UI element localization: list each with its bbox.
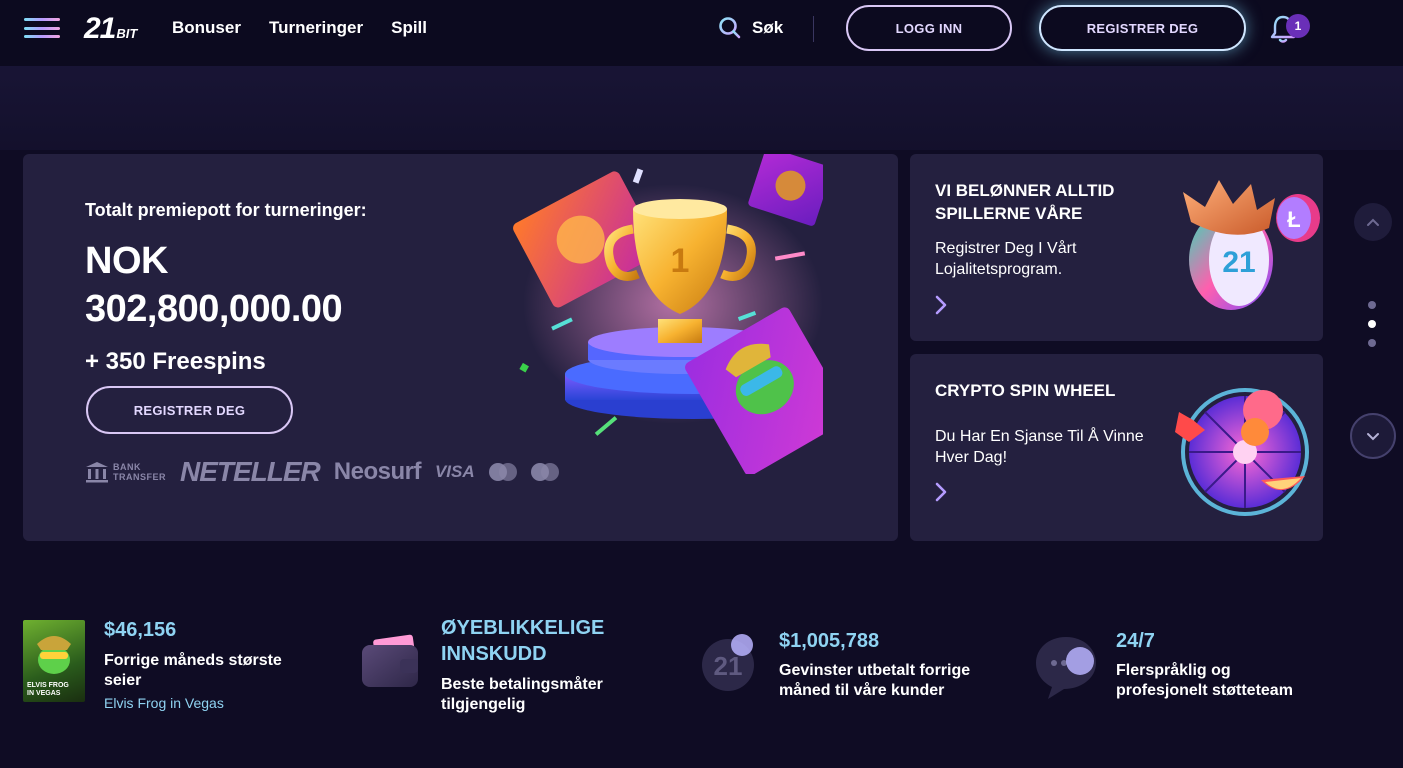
- chevron-right-icon[interactable]: [934, 294, 948, 316]
- feature-biggest-win: ELVIS FROG IN VEGAS $46,156 Forrige måne…: [23, 615, 323, 725]
- coin-number: 21: [1222, 246, 1255, 279]
- slider-down-button[interactable]: [1350, 413, 1396, 459]
- svg-text:Ł: Ł: [1287, 207, 1300, 232]
- bank-icon: [86, 462, 108, 483]
- notification-badge: 1: [1286, 14, 1310, 38]
- tournament-hero-card[interactable]: Totalt premiepott for turneringer: NOK 3…: [23, 154, 898, 541]
- hero-currency: NOK: [85, 240, 168, 282]
- spin-wheel-card[interactable]: CRYPTO SPIN WHEEL Du Har En Sjanse Til Å…: [910, 354, 1323, 541]
- loyalty-title: VI BELØNNER ALLTID SPILLERNE VÅRE: [935, 181, 1115, 223]
- wallet-icon: [362, 634, 418, 687]
- loyalty-coin-illustration: 21 Ł: [1183, 180, 1320, 310]
- spin-wheel-illustration: [1175, 388, 1309, 516]
- hero-freespins: + 350 Freespins: [85, 348, 266, 375]
- payouts-desc: Gevinster utbetalt forrige måned til vår…: [779, 662, 971, 699]
- bank-label: BANK: [113, 462, 141, 472]
- spin-wheel-desc: Du Har En Sjanse Til Å Vinne Hver Dag!: [935, 428, 1144, 466]
- biggest-win-game-link[interactable]: Elvis Frog in Vegas: [104, 695, 224, 711]
- chevron-up-icon: [1367, 218, 1379, 226]
- header: 21 BIT Bonuser Turneringer Spill Søk LOG…: [0, 0, 1403, 66]
- slider-dots: [1368, 301, 1376, 347]
- hero-register-button[interactable]: REGISTRER DEG: [86, 386, 293, 434]
- transfer-label: TRANSFER: [113, 472, 166, 482]
- coin-icon-text: 21: [714, 651, 743, 681]
- slider-up-button[interactable]: [1354, 203, 1392, 241]
- coin-icon: 21: [702, 634, 754, 691]
- biggest-win-desc: Forrige måneds største seier: [104, 652, 282, 689]
- chevron-right-icon[interactable]: [934, 481, 948, 503]
- logo-text: BIT: [116, 26, 138, 41]
- payouts-value: $1,005,788: [779, 630, 880, 652]
- visa-logo: VISA: [434, 462, 475, 481]
- feature-instant-deposits: ØYEBLIKKELIGE INNSKUDD Beste betalingsmå…: [360, 615, 660, 725]
- feature-support: 24/7 Flerspråklig og profesjonelt støtte…: [1034, 615, 1334, 725]
- support-desc: Flerspråklig og profesjonelt støtteteam: [1116, 662, 1293, 699]
- deposits-desc: Beste betalingsmåter tilgjengelig: [441, 676, 603, 713]
- background-strip: [0, 66, 1403, 150]
- slider-dot[interactable]: [1368, 301, 1376, 309]
- thumbnail-label: ELVIS FROG IN VEGAS: [27, 682, 69, 697]
- main-nav: Bonuser Turneringer Spill: [172, 18, 427, 38]
- nav-bonuses[interactable]: Bonuser: [172, 18, 241, 38]
- chevron-down-icon: [1367, 433, 1379, 441]
- loyalty-card[interactable]: VI BELØNNER ALLTID SPILLERNE VÅRE Regist…: [910, 154, 1323, 341]
- bank-transfer-logo: BANK TRANSFER: [85, 461, 166, 483]
- biggest-win-value: $46,156: [104, 619, 177, 641]
- hero-amount: 302,800,000.00: [85, 288, 343, 330]
- slider-dot[interactable]: [1368, 339, 1376, 347]
- logo[interactable]: 21 BIT: [84, 12, 138, 45]
- neteller-logo: NETELLER: [180, 456, 321, 487]
- search-label: Søk: [752, 18, 784, 37]
- logo-number: 21: [84, 12, 116, 45]
- game-thumbnail[interactable]: ELVIS FROG IN VEGAS: [23, 620, 85, 702]
- login-button[interactable]: LOGG INN: [846, 5, 1012, 51]
- deposits-title: ØYEBLIKKELIGE INNSKUDD: [441, 617, 605, 665]
- feature-payouts: 21 $1,005,788 Gevinster utbetalt forrige…: [698, 615, 998, 725]
- menu-icon[interactable]: [24, 18, 60, 38]
- search-icon: [719, 17, 741, 39]
- slider-dot[interactable]: [1368, 320, 1376, 328]
- neosurf-logo: Neosurf: [333, 458, 422, 485]
- loyalty-desc: Registrer Deg I Vårt Lojalitetsprogram.: [935, 240, 1077, 278]
- trophy-illustration: 1: [513, 154, 823, 474]
- register-button[interactable]: REGISTRER DEG: [1039, 5, 1246, 51]
- search-button[interactable]: Søk: [718, 16, 783, 40]
- nav-tournaments[interactable]: Turneringer: [269, 18, 363, 38]
- hero-subtitle: Totalt premiepott for turneringer:: [85, 200, 367, 220]
- spin-wheel-title: CRYPTO SPIN WHEEL: [935, 381, 1116, 400]
- support-value: 24/7: [1116, 630, 1155, 652]
- payment-methods: BANK TRANSFER NETELLER Neosurf VISA: [85, 454, 559, 490]
- header-divider: [813, 16, 814, 42]
- nav-games[interactable]: Spill: [391, 18, 427, 38]
- trophy-number: 1: [671, 242, 690, 280]
- chat-icon: [1036, 637, 1096, 699]
